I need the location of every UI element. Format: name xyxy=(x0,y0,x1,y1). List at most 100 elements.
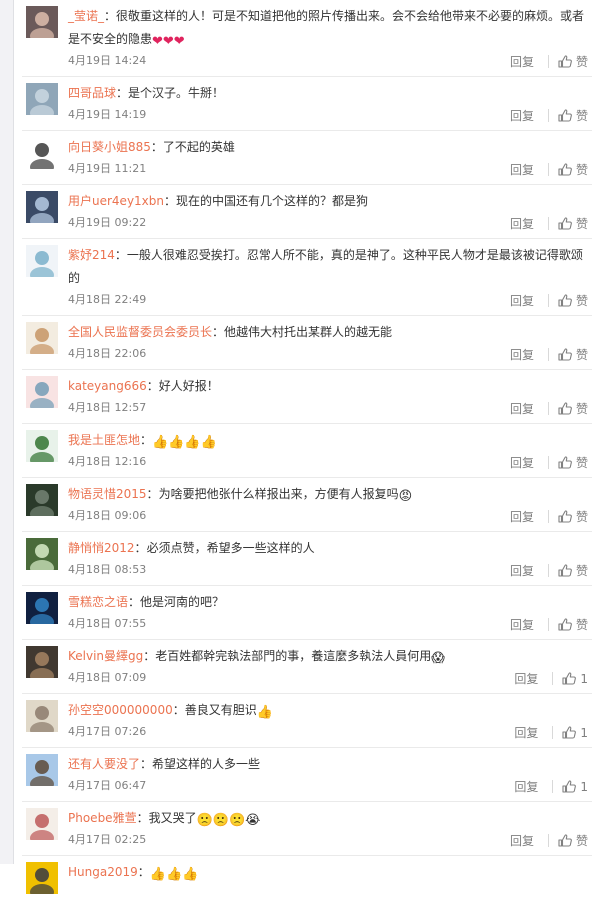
comment-username[interactable]: 用户uer4ey1xbn xyxy=(68,194,164,208)
avatar[interactable] xyxy=(26,754,58,786)
comment-item: 紫妤214：一般人很难忍受挨打。忍常人所不能，真的是神了。这种平民人物才是最该被… xyxy=(22,239,592,316)
reply-button[interactable]: 回复 xyxy=(510,215,534,232)
reply-button[interactable]: 回复 xyxy=(510,161,534,178)
reply-button[interactable]: 回复 xyxy=(510,562,534,579)
comment-timestamp: 4月19日 11:21 xyxy=(68,162,147,175)
like-button[interactable]: 赞 xyxy=(558,346,588,363)
reply-button[interactable]: 回复 xyxy=(514,778,538,795)
like-button[interactable]: 赞 xyxy=(558,400,588,417)
comment-text: 希望这样的人多一些 xyxy=(152,757,261,771)
comment-username[interactable]: 紫妤214 xyxy=(68,248,115,262)
avatar[interactable] xyxy=(26,592,58,624)
action-divider xyxy=(547,348,549,361)
thumbs-up-icon xyxy=(562,671,577,685)
comment-username[interactable]: 向日葵小姐885 xyxy=(68,140,151,154)
reply-button[interactable]: 回复 xyxy=(510,400,534,417)
reply-button[interactable]: 回复 xyxy=(510,508,534,525)
reply-button[interactable]: 回复 xyxy=(510,53,534,70)
reply-button[interactable]: 回复 xyxy=(510,292,534,309)
comment-text: 必须点赞，希望多一些这样的人 xyxy=(146,541,315,555)
comment-timestamp: 4月18日 07:09 xyxy=(68,671,147,684)
comment-username[interactable]: 物语灵惜2015 xyxy=(68,487,147,501)
avatar[interactable] xyxy=(26,808,58,840)
action-divider xyxy=(547,510,549,523)
like-label: 1 xyxy=(580,671,588,686)
comment-text: 很敬重这样的人！可是不知道把他的照片传播出来。会不会给他带来不必要的麻烦。或者是… xyxy=(68,9,585,46)
reply-button[interactable]: 回复 xyxy=(510,616,534,633)
thumbs-up-icon xyxy=(558,401,572,415)
action-divider xyxy=(547,217,549,230)
comment-username[interactable]: kateyang666 xyxy=(68,379,147,393)
avatar[interactable] xyxy=(26,862,58,894)
avatar[interactable] xyxy=(26,83,58,115)
like-button[interactable]: 赞 xyxy=(558,107,588,124)
avatar[interactable] xyxy=(26,538,58,570)
comment-username[interactable]: Kelvin曼繹gg xyxy=(68,649,143,663)
comment-actions: 回复 1 xyxy=(514,724,588,741)
comment-colon: ： xyxy=(146,487,159,501)
comment-timestamp: 4月18日 09:06 xyxy=(68,509,147,522)
comment-timestamp: 4月19日 14:19 xyxy=(68,108,147,121)
like-button[interactable]: 赞 xyxy=(558,454,588,471)
like-button[interactable]: 赞 xyxy=(558,161,588,178)
avatar[interactable] xyxy=(26,137,58,169)
like-button[interactable]: 赞 xyxy=(558,508,588,525)
comment-username[interactable]: 孙空空000000000 xyxy=(68,703,173,717)
thumbs-up-icon xyxy=(558,833,572,847)
like-label: 赞 xyxy=(575,834,588,848)
reply-button[interactable]: 回复 xyxy=(510,107,534,124)
action-divider xyxy=(552,672,554,685)
emoticon-group: 👍👍👍 xyxy=(149,867,199,882)
comment-username[interactable]: Hunga2019 xyxy=(68,865,138,879)
thumbs-up-icon xyxy=(558,347,572,361)
comment-actions: 回复 赞 xyxy=(510,215,588,232)
avatar[interactable] xyxy=(26,6,58,38)
comment-username[interactable]: 四哥品球 xyxy=(68,86,116,100)
comment-body: 向日葵小姐885：了不起的英雄 xyxy=(68,136,588,159)
reply-button[interactable]: 回复 xyxy=(510,832,534,849)
comment-timestamp: 4月17日 02:25 xyxy=(68,833,147,846)
comment-timestamp: 4月18日 12:16 xyxy=(68,455,147,468)
like-button[interactable]: 赞 xyxy=(558,562,588,579)
like-button[interactable]: 1 xyxy=(562,726,588,740)
comment-username[interactable]: Phoebe雅萱 xyxy=(68,811,137,825)
comment-item: Phoebe雅萱：我又哭了🙁🙁🙁😭 4月17日 02:25 回复 赞 xyxy=(22,802,592,856)
like-label: 赞 xyxy=(575,163,588,177)
comment-username[interactable]: 全国人民监督委员会委员长 xyxy=(68,325,212,339)
like-button[interactable]: 赞 xyxy=(558,215,588,232)
avatar[interactable] xyxy=(26,245,58,277)
like-button[interactable]: 赞 xyxy=(558,292,588,309)
reply-button[interactable]: 回复 xyxy=(510,346,534,363)
comment-timestamp: 4月18日 22:06 xyxy=(68,347,147,360)
comment-timestamp: 4月17日 07:26 xyxy=(68,725,147,738)
like-button[interactable]: 赞 xyxy=(558,616,588,633)
avatar[interactable] xyxy=(26,700,58,732)
avatar[interactable] xyxy=(26,322,58,354)
comment-actions: 回复 赞 xyxy=(510,508,588,525)
like-button[interactable]: 赞 xyxy=(558,832,588,849)
reply-button[interactable]: 回复 xyxy=(510,454,534,471)
comment-username[interactable]: 我是土匪怎地 xyxy=(68,433,140,447)
avatar[interactable] xyxy=(26,376,58,408)
reply-button[interactable]: 回复 xyxy=(514,670,538,687)
reply-button[interactable]: 回复 xyxy=(514,724,538,741)
like-button[interactable]: 1 xyxy=(562,672,588,686)
action-divider xyxy=(547,834,549,847)
comment-timestamp: 4月19日 09:22 xyxy=(68,216,147,229)
comment-item: 还有人要没了：希望这样的人多一些 4月17日 06:47 回复 1 xyxy=(22,748,592,802)
comment-username[interactable]: 静悄悄2012 xyxy=(68,541,135,555)
thumbs-up-icon xyxy=(558,617,572,631)
comment-username[interactable]: 还有人要没了 xyxy=(68,757,140,771)
comment-username[interactable]: 雪糕恋之语 xyxy=(68,595,128,609)
thumbs-up-icon xyxy=(558,108,572,122)
like-button[interactable]: 1 xyxy=(562,780,588,794)
avatar[interactable] xyxy=(26,646,58,678)
avatar[interactable] xyxy=(26,430,58,462)
thumbs-up-icon xyxy=(558,563,572,577)
comment-colon: ： xyxy=(116,86,129,100)
comment-colon: ： xyxy=(164,194,177,208)
avatar[interactable] xyxy=(26,484,58,516)
comment-username[interactable]: _莹诺_ xyxy=(68,9,104,23)
like-button[interactable]: 赞 xyxy=(558,53,588,70)
avatar[interactable] xyxy=(26,191,58,223)
